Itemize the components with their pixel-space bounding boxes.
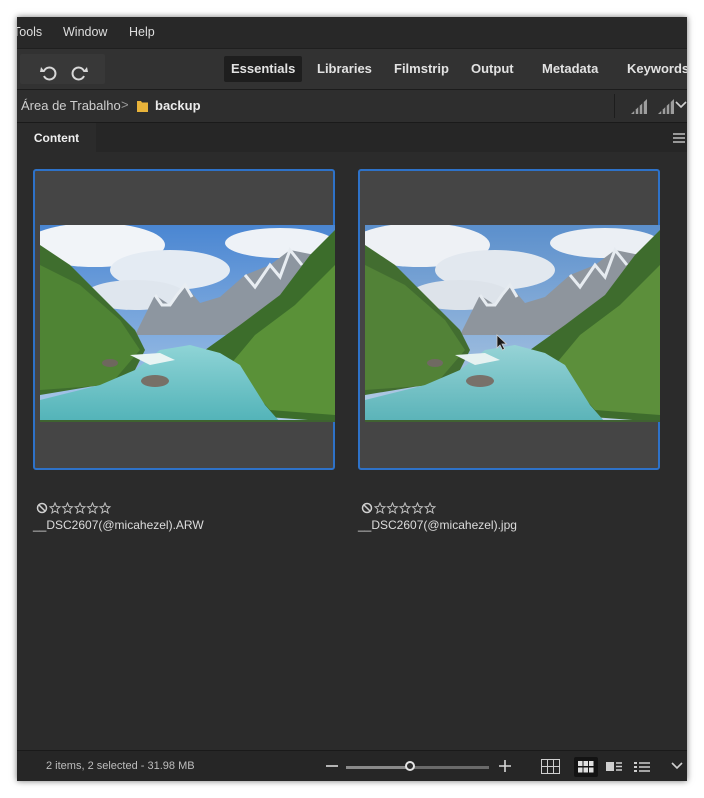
cursor-icon: [496, 334, 508, 351]
zoom-slider[interactable]: [346, 766, 489, 769]
tab-keywords[interactable]: Keywords: [620, 56, 687, 82]
content-panel: __DSC2607(@micahezel).ARW __DSC2607(@mic…: [17, 152, 687, 752]
tab-output[interactable]: Output: [464, 56, 521, 82]
chevron-down-icon[interactable]: [671, 761, 683, 771]
thumbnail-card[interactable]: [358, 169, 660, 470]
status-bar: 2 items, 2 selected - 31.98 MB: [17, 750, 687, 781]
file-name[interactable]: __DSC2607(@micahezel).jpg: [358, 518, 517, 532]
toolbar: Essentials Libraries Filmstrip Output Me…: [17, 48, 687, 89]
star-rating[interactable]: [374, 502, 438, 514]
path-bar: Área de Trabalho > backup: [17, 89, 687, 122]
list-view-icon: [634, 762, 650, 772]
file-name[interactable]: __DSC2607(@micahezel).ARW: [33, 518, 204, 532]
panel-header: Content: [17, 122, 687, 154]
thumbnail-quality-icon[interactable]: [631, 99, 647, 114]
folder-icon: [137, 101, 148, 112]
zoom-in-icon[interactable]: [498, 759, 512, 773]
panel-menu-icon[interactable]: [673, 133, 685, 143]
menu-bar: Tools Window Help: [17, 17, 687, 48]
preview-quality-icon[interactable]: [658, 99, 674, 114]
breadcrumb-parent[interactable]: Área de Trabalho: [21, 98, 121, 113]
star-rating[interactable]: [49, 502, 113, 514]
view-details-button[interactable]: [602, 757, 626, 777]
view-list-button[interactable]: [630, 757, 654, 777]
breadcrumb-current[interactable]: backup: [155, 98, 201, 113]
history-buttons: [20, 54, 105, 84]
grid-view-icon: [578, 761, 594, 773]
thumbnail-card[interactable]: [33, 169, 335, 470]
zoom-slider-fill: [346, 766, 411, 769]
menu-help[interactable]: Help: [129, 25, 155, 39]
menu-window[interactable]: Window: [63, 25, 107, 39]
view-thumbnails-button[interactable]: [574, 757, 598, 777]
bridge-window: Tools Window Help Essentials Libraries F…: [17, 17, 687, 781]
zoom-slider-thumb[interactable]: [405, 761, 416, 771]
tab-libraries[interactable]: Libraries: [310, 56, 379, 82]
undo-icon[interactable]: [39, 63, 59, 83]
breadcrumb-separator: >: [121, 97, 129, 112]
thumbnail-image: [365, 225, 660, 422]
details-view-icon: [606, 762, 622, 771]
menu-tools[interactable]: Tools: [17, 25, 42, 39]
chevron-down-icon[interactable]: [675, 99, 687, 111]
tab-metadata[interactable]: Metadata: [535, 56, 605, 82]
tab-essentials[interactable]: Essentials: [224, 56, 303, 82]
lock-grid-icon[interactable]: [541, 759, 560, 774]
tab-filmstrip[interactable]: Filmstrip: [387, 56, 456, 82]
divider: [614, 94, 615, 118]
reject-icon[interactable]: [361, 502, 373, 514]
tab-content[interactable]: Content: [17, 123, 96, 154]
zoom-out-icon[interactable]: [325, 759, 339, 773]
status-text: 2 items, 2 selected - 31.98 MB: [46, 760, 195, 772]
redo-icon[interactable]: [69, 63, 89, 83]
reject-icon[interactable]: [36, 502, 48, 514]
thumbnail-image: [40, 225, 335, 422]
